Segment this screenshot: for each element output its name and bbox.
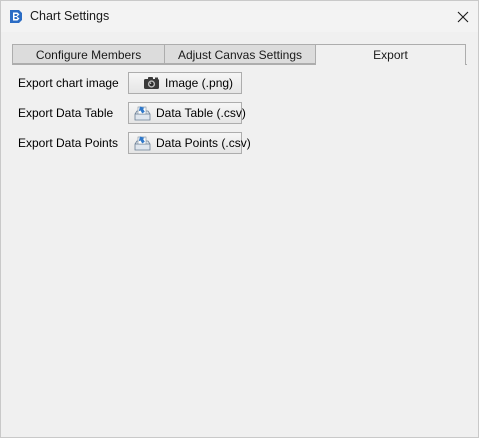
export-data-table-button[interactable]: Data Table (.csv)	[128, 102, 246, 124]
export-image-button-label: Image (.png)	[165, 76, 234, 90]
window-title: Chart Settings	[30, 9, 110, 23]
export-data-points-button[interactable]: Data Points (.csv)	[128, 132, 251, 154]
close-icon	[457, 11, 468, 22]
export-data-points-button-label: Data Points (.csv)	[156, 136, 251, 150]
tab-panel-border-gap	[316, 64, 465, 65]
camera-icon	[144, 77, 159, 89]
export-file-icon	[134, 136, 151, 151]
tab-adjust-canvas-settings[interactable]: Adjust Canvas Settings	[164, 44, 315, 64]
export-image-row: Export chart image Image (.png)	[18, 72, 258, 94]
export-data-points-label: Export Data Points	[18, 136, 119, 150]
close-button[interactable]	[447, 1, 478, 32]
app-logo-icon	[10, 10, 22, 23]
tab-export[interactable]: Export	[315, 44, 466, 65]
chart-settings-window: Chart Settings Configure Members Adjust …	[0, 0, 479, 438]
export-data-table-row: Export Data Table Data Table (.csv)	[18, 102, 258, 124]
export-image-label: Export chart image	[18, 76, 119, 90]
tab-configure-members[interactable]: Configure Members	[12, 44, 164, 64]
settings-tabs: Configure Members Adjust Canvas Settings…	[12, 44, 467, 65]
export-data-table-label: Export Data Table	[18, 106, 114, 120]
export-data-points-row: Export Data Points Data Points (.csv)	[18, 132, 258, 154]
title-bar[interactable]: Chart Settings	[1, 1, 478, 32]
export-image-button[interactable]: Image (.png)	[128, 72, 242, 94]
export-data-table-button-label: Data Table (.csv)	[156, 106, 246, 120]
export-file-icon	[134, 106, 151, 121]
